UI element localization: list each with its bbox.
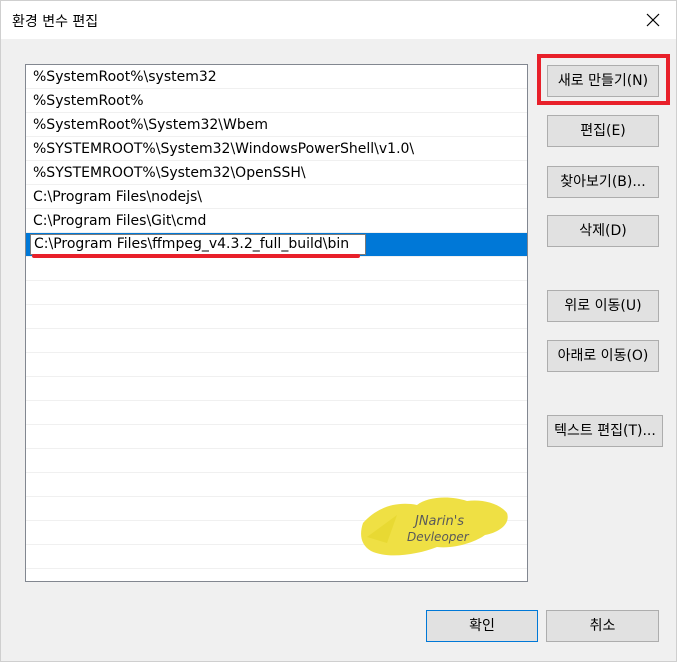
move-up-button[interactable]: 위로 이동(U) — [547, 290, 659, 322]
path-edit-input[interactable]: C:\Program Files\ffmpeg_v4.3.2_full_buil… — [30, 234, 366, 255]
close-icon — [646, 13, 660, 27]
close-button[interactable] — [630, 1, 676, 39]
watermark-logo: JNarin's Devleoper — [361, 497, 508, 556]
list-item-empty[interactable] — [26, 281, 527, 305]
list-item-empty[interactable] — [26, 377, 527, 401]
annotation-highlight-box — [537, 54, 670, 105]
list-item-empty[interactable] — [26, 401, 527, 425]
window-title: 환경 변수 편집 — [12, 14, 99, 30]
list-item-empty[interactable] — [26, 449, 527, 473]
delete-button[interactable]: 삭제(D) — [547, 215, 659, 247]
list-item[interactable]: %SYSTEMROOT%\System32\WindowsPowerShell\… — [26, 137, 527, 161]
list-item[interactable]: C:\Program Files\Git\cmd — [26, 209, 527, 233]
list-item[interactable]: %SystemRoot%\System32\Wbem — [26, 113, 527, 137]
list-item-empty[interactable] — [26, 257, 527, 281]
list-item-empty[interactable] — [26, 353, 527, 377]
list-item[interactable]: %SystemRoot% — [26, 89, 527, 113]
edit-button[interactable]: 편집(E) — [547, 115, 659, 147]
edit-text-button[interactable]: 텍스트 편집(T)... — [547, 415, 663, 447]
ok-button[interactable]: 확인 — [426, 610, 538, 642]
list-item[interactable]: %SYSTEMROOT%\System32\OpenSSH\ — [26, 161, 527, 185]
move-down-button[interactable]: 아래로 이동(O) — [547, 340, 659, 372]
annotation-underline — [32, 254, 360, 258]
browse-button[interactable]: 찾아보기(B)... — [547, 166, 659, 198]
cancel-button[interactable]: 취소 — [546, 610, 659, 642]
title-bar: 환경 변수 편집 — [1, 1, 676, 39]
edit-env-var-dialog: 환경 변수 편집 %SystemRoot%\system32 %SystemRo… — [0, 0, 677, 662]
list-item[interactable]: C:\Program Files\nodejs\ — [26, 185, 527, 209]
watermark-line2: Devleoper — [407, 530, 470, 544]
list-item-empty[interactable] — [26, 329, 527, 353]
list-item[interactable]: %SystemRoot%\system32 — [26, 65, 527, 89]
list-item-empty[interactable] — [26, 305, 527, 329]
watermark-line1: JNarin's — [412, 514, 464, 529]
list-item-empty[interactable] — [26, 425, 527, 449]
